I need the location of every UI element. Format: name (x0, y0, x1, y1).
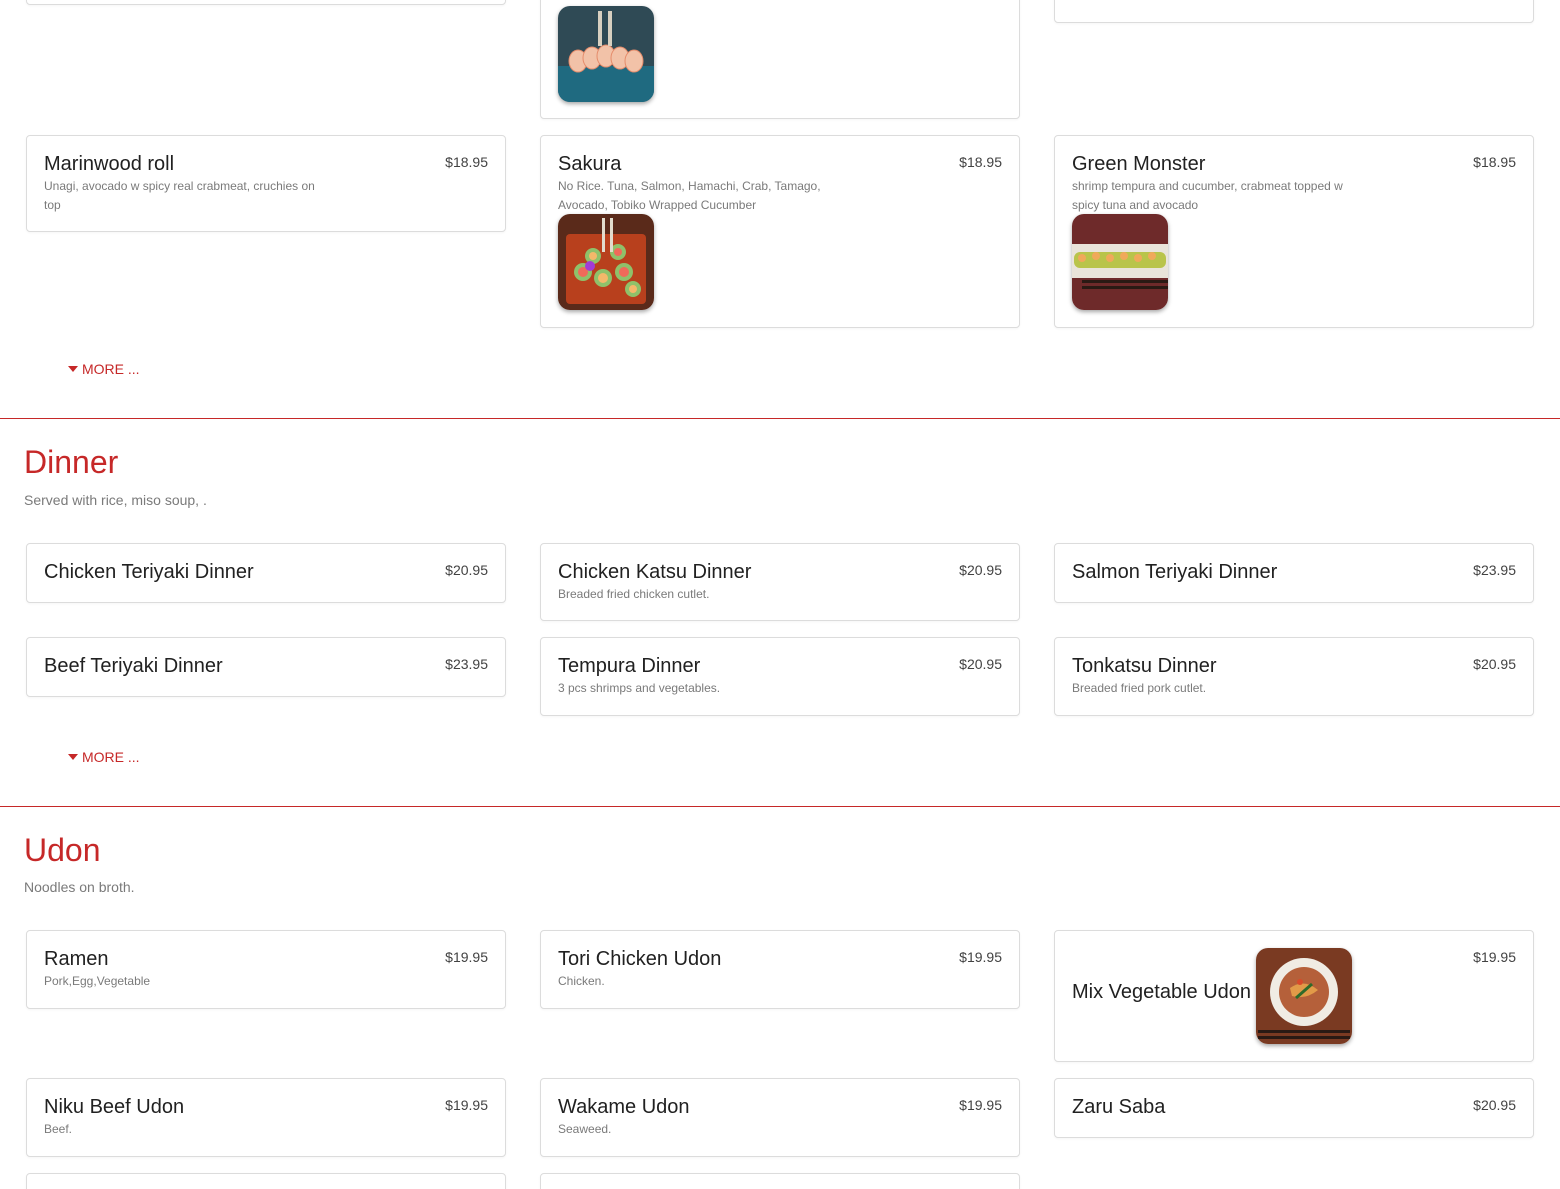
menu-item-card[interactable]: Chicken Katsu Dinner $20.95 Breaded frie… (540, 543, 1020, 621)
item-description: Unagi, avocado w spicy real crabmeat, cr… (44, 179, 315, 212)
item-description: Seaweed. (558, 1122, 612, 1136)
menu-item-card-partial[interactable] (26, 1173, 506, 1189)
menu-item-card[interactable]: Marinwood roll $18.95 Unagi, avocado w s… (26, 135, 506, 232)
item-description: Chicken. (558, 974, 605, 988)
menu-item-card[interactable]: Sakura $18.95 No Rice. Tuna, Salmon, Ham… (540, 135, 1020, 328)
item-name: Sakura (558, 153, 622, 175)
item-name: Chicken Teriyaki Dinner (44, 561, 254, 583)
sakura-roll-photo (558, 214, 654, 310)
menu-item-card[interactable]: Ramen $19.95 Pork,Egg,Vegetable (26, 930, 506, 1009)
menu-item-card-partial[interactable] (1054, 0, 1534, 23)
item-price: $20.95 (1473, 1097, 1516, 1113)
item-name: Mix Vegetable Udon (1072, 981, 1252, 1003)
item-description: 3 pcs shrimps and vegetables. (558, 681, 721, 695)
item-price: $19.95 (445, 1097, 488, 1113)
menu-page: Marinwood roll $18.95 Unagi, avocado w s… (0, 0, 1560, 1189)
item-name: Marinwood roll (44, 153, 175, 175)
section-subtitle-dinner: Served with rice, miso soup, . (24, 492, 207, 508)
item-name: Zaru Saba (1072, 1096, 1166, 1118)
item-price: $20.95 (445, 562, 488, 578)
menu-item-card[interactable]: Beef Teriyaki Dinner $23.95 (26, 637, 506, 697)
menu-item-card-partial[interactable] (540, 1173, 1020, 1189)
item-price: $20.95 (959, 656, 1002, 672)
item-price: $20.95 (959, 562, 1002, 578)
item-price: $20.95 (1473, 656, 1516, 672)
menu-item-card[interactable]: Chicken Teriyaki Dinner $20.95 (26, 543, 506, 603)
menu-item-card[interactable]: Tonkatsu Dinner $20.95 Breaded fried por… (1054, 637, 1534, 716)
more-label: MORE ... (82, 749, 140, 765)
item-price: $19.95 (959, 949, 1002, 965)
more-button[interactable]: MORE ... (68, 749, 140, 765)
item-description: No Rice. Tuna, Salmon, Hamachi, Crab, Ta… (558, 179, 821, 212)
item-price: $19.95 (959, 1097, 1002, 1113)
more-button[interactable]: MORE ... (68, 361, 140, 377)
item-description: Breaded fried chicken cutlet. (558, 587, 710, 601)
green-monster-roll-photo (1072, 214, 1168, 310)
item-name: Salmon Teriyaki Dinner (1072, 561, 1278, 583)
more-label: MORE ... (82, 361, 140, 377)
item-name: Ramen (44, 948, 109, 970)
menu-item-card-partial[interactable] (26, 0, 506, 5)
sushi-roll-photo (558, 6, 654, 102)
item-price: $18.95 (445, 154, 488, 170)
item-name: Niku Beef Udon (44, 1096, 185, 1118)
item-name: Tempura Dinner (558, 655, 701, 677)
item-description: Breaded fried pork cutlet. (1072, 681, 1207, 695)
menu-item-card[interactable]: Salmon Teriyaki Dinner $23.95 (1054, 543, 1534, 603)
section-title-dinner: Dinner (24, 444, 119, 480)
item-price: $23.95 (445, 656, 488, 672)
section-divider (0, 806, 1560, 807)
menu-item-card[interactable]: Tori Chicken Udon $19.95 Chicken. (540, 930, 1020, 1009)
section-divider (0, 418, 1560, 419)
item-price: $19.95 (445, 949, 488, 965)
item-name: Green Monster (1072, 153, 1206, 175)
item-name: Beef Teriyaki Dinner (44, 655, 223, 677)
item-name: Tonkatsu Dinner (1072, 655, 1217, 677)
menu-item-card-partial[interactable] (540, 0, 1020, 119)
caret-down-icon (68, 754, 78, 760)
item-price: $19.95 (1473, 949, 1516, 965)
item-price: $18.95 (959, 154, 1002, 170)
menu-item-card[interactable]: Zaru Saba $20.95 (1054, 1078, 1534, 1138)
item-name: Chicken Katsu Dinner (558, 561, 752, 583)
item-description: Pork,Egg,Vegetable (44, 974, 151, 988)
item-description: Beef. (44, 1122, 73, 1136)
menu-item-card[interactable]: Niku Beef Udon $19.95 Beef. (26, 1078, 506, 1157)
menu-item-card[interactable]: Mix Vegetable Udon $19.95 (1054, 930, 1534, 1062)
vegetable-udon-photo (1256, 948, 1352, 1044)
menu-item-card[interactable]: Wakame Udon $19.95 Seaweed. (540, 1078, 1020, 1157)
item-price: $23.95 (1473, 562, 1516, 578)
caret-down-icon (68, 366, 78, 372)
item-price: $18.95 (1473, 154, 1516, 170)
section-title-udon: Udon (24, 832, 101, 868)
section-subtitle-udon: Noodles on broth. (24, 879, 135, 895)
item-name: Wakame Udon (558, 1096, 690, 1118)
menu-item-card[interactable]: Green Monster $18.95 shrimp tempura and … (1054, 135, 1534, 328)
item-name: Tori Chicken Udon (558, 948, 722, 970)
item-description: shrimp tempura and cucumber, crabmeat to… (1072, 179, 1343, 212)
menu-item-card[interactable]: Tempura Dinner $20.95 3 pcs shrimps and … (540, 637, 1020, 716)
